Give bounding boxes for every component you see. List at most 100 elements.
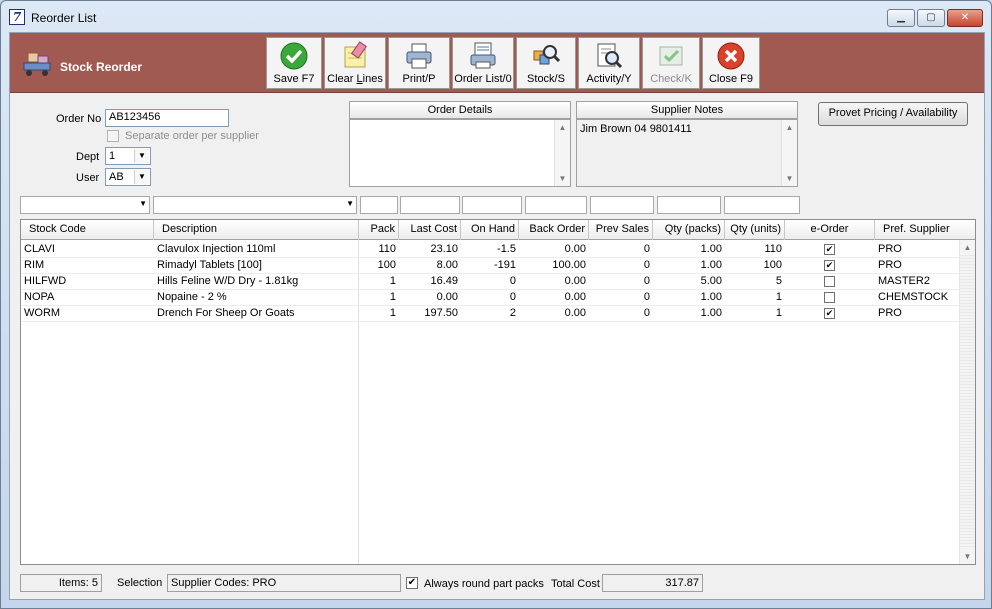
cell-description: Clavulox Injection 110ml (157, 243, 276, 255)
col-e-order[interactable]: e-Order (785, 220, 875, 240)
user-select[interactable]: AB ▼ (105, 168, 151, 186)
activity-label: Activity/Y (586, 73, 632, 85)
window-title: Reorder List (31, 11, 97, 25)
stock-label: Stock/S (527, 73, 565, 85)
col-prev-sales[interactable]: Prev Sales (589, 220, 653, 240)
supplier-notes-header: Supplier Notes (576, 101, 798, 119)
printer-icon (406, 43, 432, 69)
order-list-button[interactable]: Order List/0 (452, 37, 514, 89)
activity-button[interactable]: Activity/Y (578, 37, 640, 89)
cell-pref-supplier: MASTER2 (878, 275, 930, 287)
title-bar[interactable]: 7 Reorder List ▁ ▢ ✕ (1, 1, 991, 31)
scroll-down-icon[interactable]: ▼ (782, 171, 797, 186)
cell-qty-units: 1 (775, 291, 782, 303)
cell-back-order: 0.00 (564, 291, 586, 303)
qty-packs-filter[interactable] (657, 196, 721, 214)
col-stock-code[interactable]: Stock Code (21, 220, 154, 240)
total-cost-label: Total Cost (551, 578, 600, 590)
stock-code-filter[interactable]: ▼ (20, 196, 150, 214)
supplier-notes-scrollbar[interactable]: ▲ ▼ (781, 120, 797, 186)
e-order-checkbox[interactable]: ✔ (824, 260, 835, 271)
col-on-hand[interactable]: On Hand (461, 220, 519, 240)
scroll-down-icon[interactable]: ▼ (960, 549, 975, 564)
chevron-down-icon: ▼ (134, 149, 149, 163)
last-cost-filter[interactable] (400, 196, 460, 214)
cell-last-cost: 23.10 (430, 243, 458, 255)
dept-label: Dept (76, 151, 100, 163)
close-button[interactable]: Close F9 (702, 37, 760, 89)
scroll-up-icon[interactable]: ▲ (960, 240, 975, 255)
always-round-checkbox[interactable]: ✔ (406, 577, 418, 589)
scroll-down-icon[interactable]: ▼ (555, 171, 570, 186)
col-pack[interactable]: Pack (359, 220, 399, 240)
col-qty-packs[interactable]: Qty (packs) (653, 220, 725, 240)
col-qty-units[interactable]: Qty (units) (725, 220, 785, 240)
order-details-scrollbar[interactable]: ▲ ▼ (554, 120, 570, 186)
cell-prev-sales: 0 (643, 275, 650, 287)
cell-pref-supplier: CHEMSTOCK (878, 291, 949, 303)
table-row[interactable]: CLAVI Clavulox Injection 110ml 110 23.10… (21, 242, 961, 258)
maximize-button[interactable]: ▢ (917, 9, 945, 27)
cell-pack: 100 (377, 259, 396, 271)
table-row[interactable]: NOPA Nopaine - 2 % 1 0.00 0 0.00 0 1.00 … (21, 290, 961, 306)
stock-button[interactable]: Stock/S (516, 37, 576, 89)
description-filter[interactable]: ▼ (153, 196, 357, 214)
client-area: Stock Reorder Save F7 Clear Lines Print/… (9, 32, 985, 600)
supplier-notes-memo[interactable]: Jim Brown 04 9801411 ▲ ▼ (576, 119, 798, 187)
cell-pack: 1 (389, 275, 396, 287)
cell-last-cost: 197.50 (424, 307, 458, 319)
grid-scrollbar[interactable]: ▲ ▼ (959, 240, 975, 564)
clear-lines-button[interactable]: Clear Lines (324, 37, 386, 89)
table-row[interactable]: WORM Drench For Sheep Or Goats 1 197.50 … (21, 306, 961, 322)
e-order-checkbox[interactable] (824, 292, 835, 303)
cell-qty-units: 110 (764, 243, 782, 255)
col-back-order[interactable]: Back Order (519, 220, 589, 240)
e-order-checkbox[interactable] (824, 276, 835, 287)
print-button[interactable]: Print/P (388, 37, 450, 89)
cell-on-hand: 0 (509, 291, 516, 303)
e-order-checkbox[interactable]: ✔ (824, 244, 835, 255)
selection-label: Selection (117, 577, 163, 589)
close-window-button[interactable]: ✕ (947, 9, 983, 27)
save-button[interactable]: Save F7 (266, 37, 322, 89)
cell-pack: 110 (378, 243, 396, 255)
toolbar-band: Stock Reorder Save F7 Clear Lines Print/… (10, 33, 984, 93)
back-order-filter[interactable] (525, 196, 587, 214)
reorder-list-window: 7 Reorder List ▁ ▢ ✕ Stock Reorder Save … (0, 0, 992, 609)
cell-qty-packs: 1.00 (700, 243, 722, 255)
scroll-up-icon[interactable]: ▲ (555, 120, 570, 135)
scroll-up-icon[interactable]: ▲ (782, 120, 797, 135)
prev-sales-filter[interactable] (590, 196, 654, 214)
cell-back-order: 0.00 (564, 275, 586, 287)
on-hand-filter[interactable] (462, 196, 522, 214)
cell-qty-packs: 1.00 (700, 307, 722, 319)
order-no-input[interactable]: AB123456 (105, 109, 229, 127)
col-description[interactable]: Description (154, 220, 359, 240)
stock-search-icon (533, 45, 561, 65)
table-row[interactable]: HILFWD Hills Feline W/D Dry - 1.81kg 1 1… (21, 274, 961, 290)
table-row[interactable]: RIM Rimadyl Tablets [100] 100 8.00 -191 … (21, 258, 961, 274)
cell-back-order: 0.00 (564, 307, 586, 319)
provet-pricing-button[interactable]: Provet Pricing / Availability (818, 102, 968, 126)
cell-pref-supplier: PRO (878, 243, 902, 255)
supplier-notes-text: Jim Brown 04 9801411 (580, 123, 692, 135)
order-details-header: Order Details (349, 101, 571, 119)
stock-trolley-icon (23, 52, 51, 76)
chevron-down-icon: ▼ (346, 199, 354, 208)
dept-value: 1 (109, 150, 116, 162)
qty-units-filter[interactable] (724, 196, 800, 214)
check-button[interactable]: Check/K (642, 37, 700, 89)
clear-lines-label: Clear Lines (325, 73, 385, 85)
pack-filter[interactable] (360, 196, 398, 214)
col-pref-supplier[interactable]: Pref. Supplier (875, 220, 975, 240)
e-order-checkbox[interactable]: ✔ (824, 308, 835, 319)
minimize-button[interactable]: ▁ (887, 9, 915, 27)
col-last-cost[interactable]: Last Cost (399, 220, 461, 240)
cell-back-order: 100.00 (552, 259, 586, 271)
cell-stock-code: RIM (24, 259, 45, 271)
cell-pref-supplier: PRO (878, 259, 902, 271)
separate-order-checkbox[interactable] (107, 130, 119, 142)
order-details-memo[interactable]: ▲ ▼ (349, 119, 571, 187)
dept-select[interactable]: 1 ▼ (105, 147, 151, 165)
grid-header: Stock Code Description Pack Last Cost On… (21, 220, 975, 240)
